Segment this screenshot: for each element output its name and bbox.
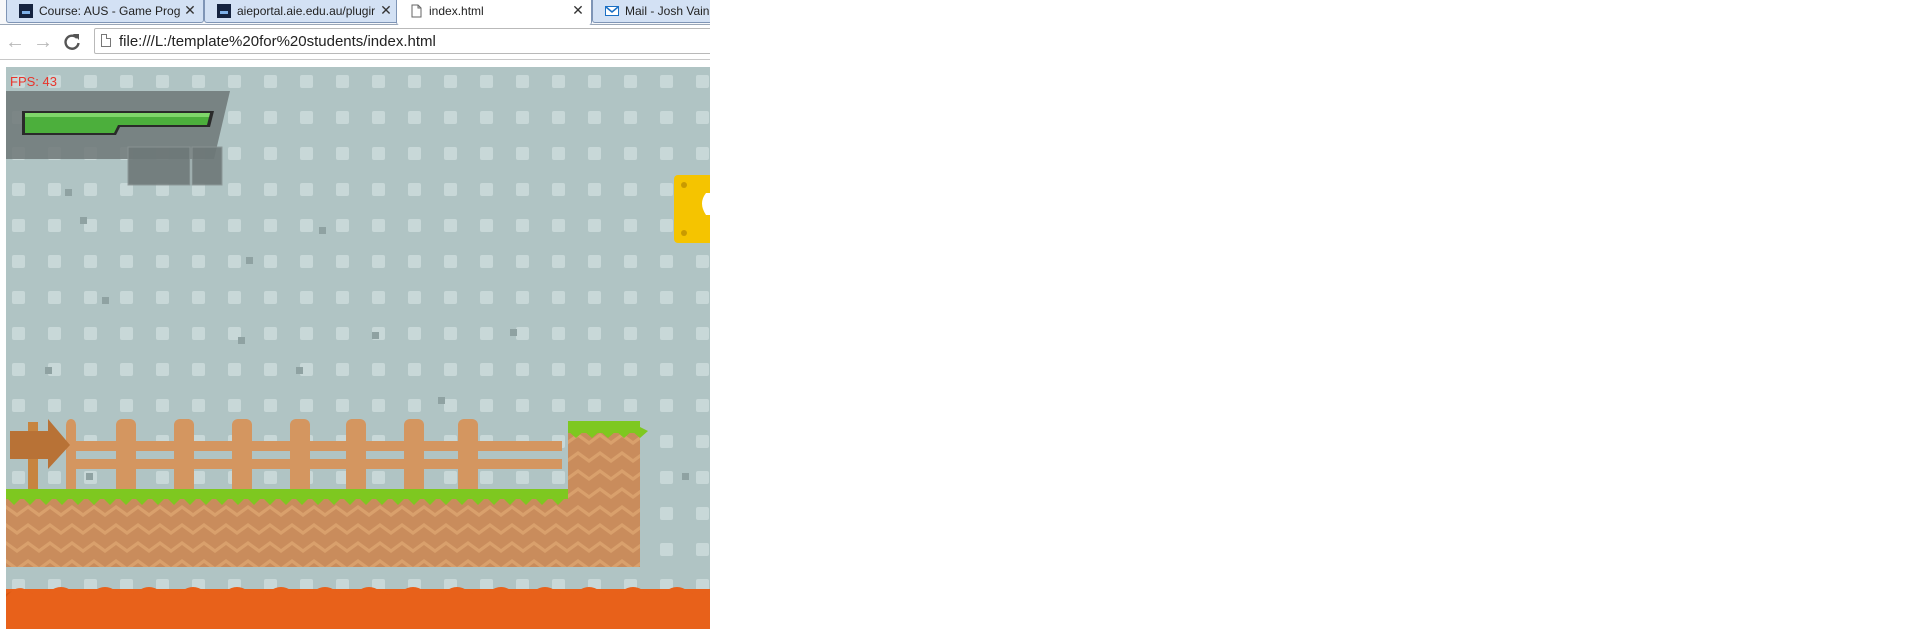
- fence-post: [458, 419, 478, 495]
- address-bar[interactable]: file:///L:/template%20for%20students/ind…: [94, 28, 710, 54]
- lava: [6, 587, 710, 629]
- tab-title: index.html: [429, 4, 484, 18]
- tab-index[interactable]: index.html ✕: [396, 0, 592, 25]
- fence-post: [174, 419, 194, 495]
- fence-post: [116, 419, 136, 495]
- fence-post: [346, 419, 366, 495]
- tab-strip: Course: AUS - Game Prog ✕ aieportal.aie.…: [0, 0, 710, 25]
- raised-platform: [568, 421, 648, 567]
- fence-post: [232, 419, 252, 495]
- close-icon[interactable]: ✕: [571, 3, 585, 17]
- ground-platform: [6, 489, 582, 567]
- page-icon: [101, 34, 111, 47]
- tab-title: aieportal.aie.edu.au/plugir: [237, 4, 376, 18]
- browser-window: Course: AUS - Game Prog ✕ aieportal.aie.…: [0, 0, 710, 629]
- url-text: file:///L:/template%20for%20students/ind…: [119, 33, 436, 50]
- mail-icon: [605, 6, 619, 16]
- close-icon[interactable]: ✕: [183, 3, 197, 17]
- fps-counter: FPS: 43: [10, 74, 57, 89]
- aie-icon: [19, 4, 33, 18]
- toolbar: ← → file:///L:/template%20for%20students…: [0, 25, 710, 60]
- fence-post: [404, 419, 424, 495]
- aie-icon: [217, 4, 231, 18]
- tab-aieportal[interactable]: aieportal.aie.edu.au/plugir ✕: [204, 0, 400, 23]
- forward-arrow-icon[interactable]: →: [32, 31, 54, 53]
- tab-mail[interactable]: Mail - Josh Vains: [592, 0, 710, 23]
- question-block: [674, 175, 710, 243]
- game-canvas[interactable]: FPS: 43: [6, 67, 710, 629]
- tab-title: Mail - Josh Vains: [625, 4, 709, 18]
- tab-course[interactable]: Course: AUS - Game Prog ✕: [6, 0, 204, 23]
- close-icon[interactable]: ✕: [379, 3, 393, 17]
- back-arrow-icon[interactable]: ←: [4, 31, 26, 53]
- page-icon: [411, 4, 422, 18]
- fence-post: [66, 419, 76, 495]
- tab-title: Course: AUS - Game Prog: [39, 4, 181, 18]
- hud-panel: [6, 91, 230, 186]
- reload-icon[interactable]: [62, 32, 82, 52]
- fence-post: [290, 419, 310, 495]
